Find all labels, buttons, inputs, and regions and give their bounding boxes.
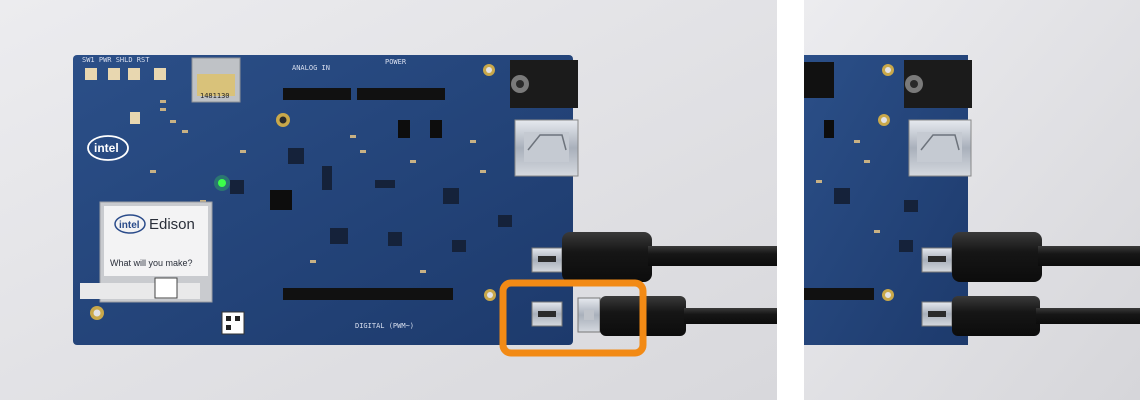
left-photo: SW1 PWR SHLD RST 1481130 intel ANALOG IN… — [0, 0, 777, 400]
module-name: Edison — [149, 216, 195, 233]
right-photo — [804, 0, 1140, 400]
analog-header-label: ANALOG IN — [292, 64, 330, 72]
dc-jack-right — [904, 60, 972, 108]
micro-usb-port-lower-right — [921, 301, 953, 327]
usb-a-port-right — [908, 119, 972, 177]
micro-usb-port-upper — [531, 247, 563, 273]
left-photo-drawing: SW1 PWR SHLD RST 1481130 intel ANALOG IN… — [0, 0, 777, 400]
pcb-board-right — [804, 55, 972, 345]
sd-card-slot: 1481130 — [191, 57, 241, 103]
micro-usb-port-upper-right — [921, 247, 953, 273]
dc-jack — [510, 60, 578, 108]
usb-a-port — [514, 119, 579, 177]
module-tagline: What will you make? — [110, 258, 193, 268]
right-photo-drawing — [804, 0, 1140, 400]
qr-sticker — [221, 311, 245, 335]
digital-header-label: DIGITAL (PWM~) — [355, 322, 414, 330]
micro-usb-port-lower — [531, 301, 563, 327]
intel-logo-text: intel — [94, 141, 119, 155]
sd-serial: 1481130 — [200, 92, 230, 100]
module-brand: intel — [119, 220, 140, 231]
top-labels: SW1 PWR SHLD RST — [82, 56, 150, 64]
edison-module: intel Edison What will you make? — [80, 201, 213, 303]
power-header-label: POWER — [385, 58, 407, 66]
